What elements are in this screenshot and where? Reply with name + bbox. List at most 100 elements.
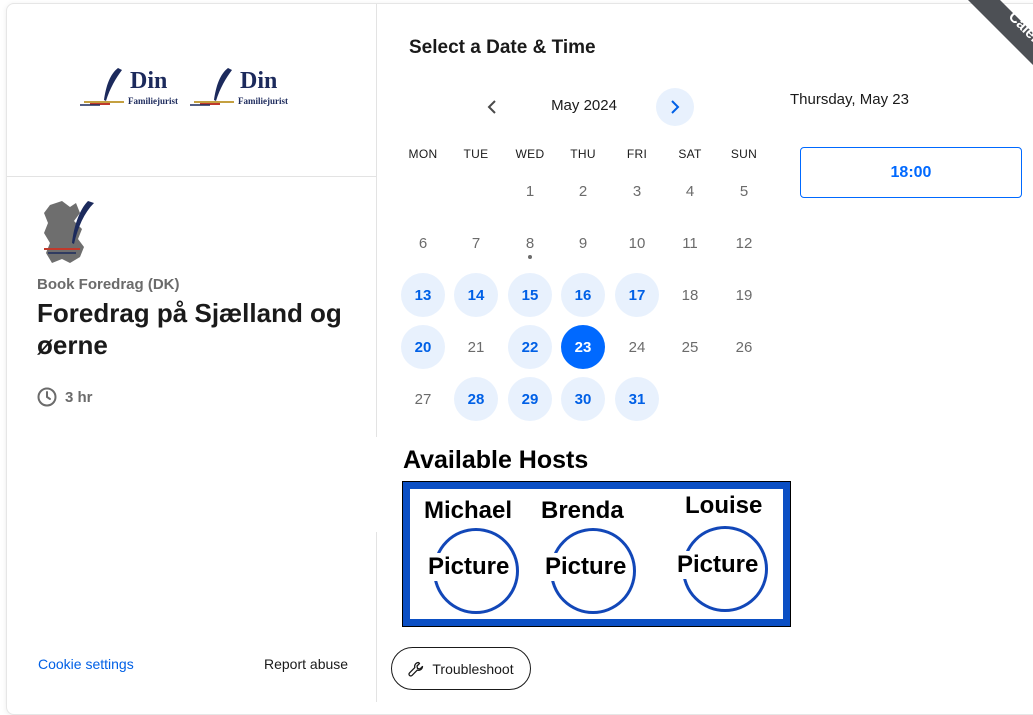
company-logo: Din Familiejurist Din Familiejurist [80,66,302,112]
panel-divider [376,532,377,702]
scheduler-title: Select a Date & Time [409,37,596,58]
next-month-button[interactable] [656,88,694,126]
weekday-label: THU [570,147,596,161]
calendar-day[interactable]: 29 [508,377,552,421]
calendar-day-selected[interactable]: 23 [561,325,605,369]
calendar-day: 3 [615,169,659,213]
calendar-day-number: 17 [628,286,646,304]
calendar-day: 6 [401,221,445,265]
calendar-day-number: 29 [521,390,539,408]
calendar-day-number: 11 [682,234,698,252]
calendar-day-number: 4 [685,182,695,200]
calendar-day: 4 [668,169,712,213]
weekday-label: WED [515,147,545,161]
calendar-day-number: 27 [414,390,432,408]
calendar-day: 11 [668,221,712,265]
calendar-day: 12 [722,221,766,265]
month-navigation: May 2024 [409,88,759,126]
calendar-day-number: 1 [525,182,535,200]
logo-mark: Din Familiejurist [80,66,190,112]
calendar-day-number: 6 [418,234,428,252]
clock-icon [37,387,57,407]
calendar-day-number: 21 [467,338,485,356]
calendar-day-number: 9 [578,234,588,252]
hosts-panel: Michael Picture Brenda Picture Louise Pi… [402,481,791,627]
troubleshoot-label: Troubleshoot [432,660,514,677]
calendar-day-number: 16 [574,286,592,304]
calendar-day: 25 [668,325,712,369]
header-divider [7,176,376,177]
calendar-day: 24 [615,325,659,369]
calendar-day-number: 13 [414,286,432,304]
previous-month-button[interactable] [473,88,511,126]
duration-label: 3 hr [65,388,93,406]
quill-icon [190,68,234,106]
quill-icon [80,68,124,106]
calendar-day-number: 2 [578,182,588,200]
weekday-label: SUN [730,147,758,161]
calendar-day[interactable]: 15 [508,273,552,317]
calendar-day-number: 10 [628,234,646,252]
calendar-day-number: 8 [525,234,535,252]
calendar-day: 27 [401,377,445,421]
calendar-day: 9 [561,221,605,265]
month-label: May 2024 [551,97,617,114]
host-picture-label: Picture [675,551,761,579]
calendar-day: 2 [561,169,605,213]
calendar-day: 7 [454,221,498,265]
calendar-day-number: 22 [521,338,539,356]
calendar-day: 18 [668,273,712,317]
calendar-day-number: 18 [681,286,699,304]
calendar-day: 21 [454,325,498,369]
calendar-day[interactable]: 16 [561,273,605,317]
calendar-day: 5 [722,169,766,213]
weekday-label: MON [408,147,438,161]
calendar-day: 10 [615,221,659,265]
host-name: Michael [424,497,513,524]
calendar-day-number: 20 [414,338,432,356]
calendar-day: 26 [722,325,766,369]
calendar-day-number: 26 [735,338,753,356]
calendar-day-number: 24 [628,338,646,356]
calendar-day-number: 7 [471,234,481,252]
calendar-day-number: 25 [681,338,699,356]
selected-date-label: Thursday, May 23 [790,91,909,108]
calendar-day[interactable]: 28 [454,377,498,421]
calendar-day: 8 [508,221,552,265]
calendar-day-number: 23 [574,338,592,356]
report-abuse-link[interactable]: Report abuse [264,656,348,672]
logo-word: Din [240,68,278,94]
event-title: Foredrag på Sjælland og øerne [37,298,342,360]
host-name: Louise [685,492,763,519]
weekday-label: TUE [463,147,489,161]
logo-subtitle: Familiejurist [128,96,178,106]
calendar-day[interactable]: 13 [401,273,445,317]
event-organizer: Book Foredrag (DK) [37,276,180,293]
weekday-label: SAT [678,147,702,161]
calendar-day[interactable]: 31 [615,377,659,421]
calendar-day-number: 31 [628,390,646,408]
chevron-right-icon [671,100,680,114]
calendar-day: 1 [508,169,552,213]
calendar-day-number: 28 [467,390,485,408]
host-picture-label: Picture [543,553,629,581]
host-picture-label: Picture [426,553,512,581]
today-indicator [528,255,532,259]
hosts-title: Available Hosts [403,446,589,474]
calendar-day[interactable]: 20 [401,325,445,369]
calendar-day-number: 19 [735,286,753,304]
event-duration: 3 hr [37,386,93,408]
calendar-day: 19 [722,273,766,317]
weekday-label: FRI [626,147,648,161]
host-name: Brenda [541,497,624,524]
calendar-day[interactable]: 14 [454,273,498,317]
calendar-day[interactable]: 30 [561,377,605,421]
calendar-day[interactable]: 22 [508,325,552,369]
logo-mark: Din Familiejurist [190,66,300,112]
troubleshoot-button[interactable]: Troubleshoot [391,647,531,690]
cookie-settings-link[interactable]: Cookie settings [38,656,134,672]
logo-word: Din [130,68,168,94]
time-slot-button[interactable]: 18:00 [800,147,1022,198]
calendar-day[interactable]: 17 [615,273,659,317]
calendar-day-number: 30 [574,390,592,408]
